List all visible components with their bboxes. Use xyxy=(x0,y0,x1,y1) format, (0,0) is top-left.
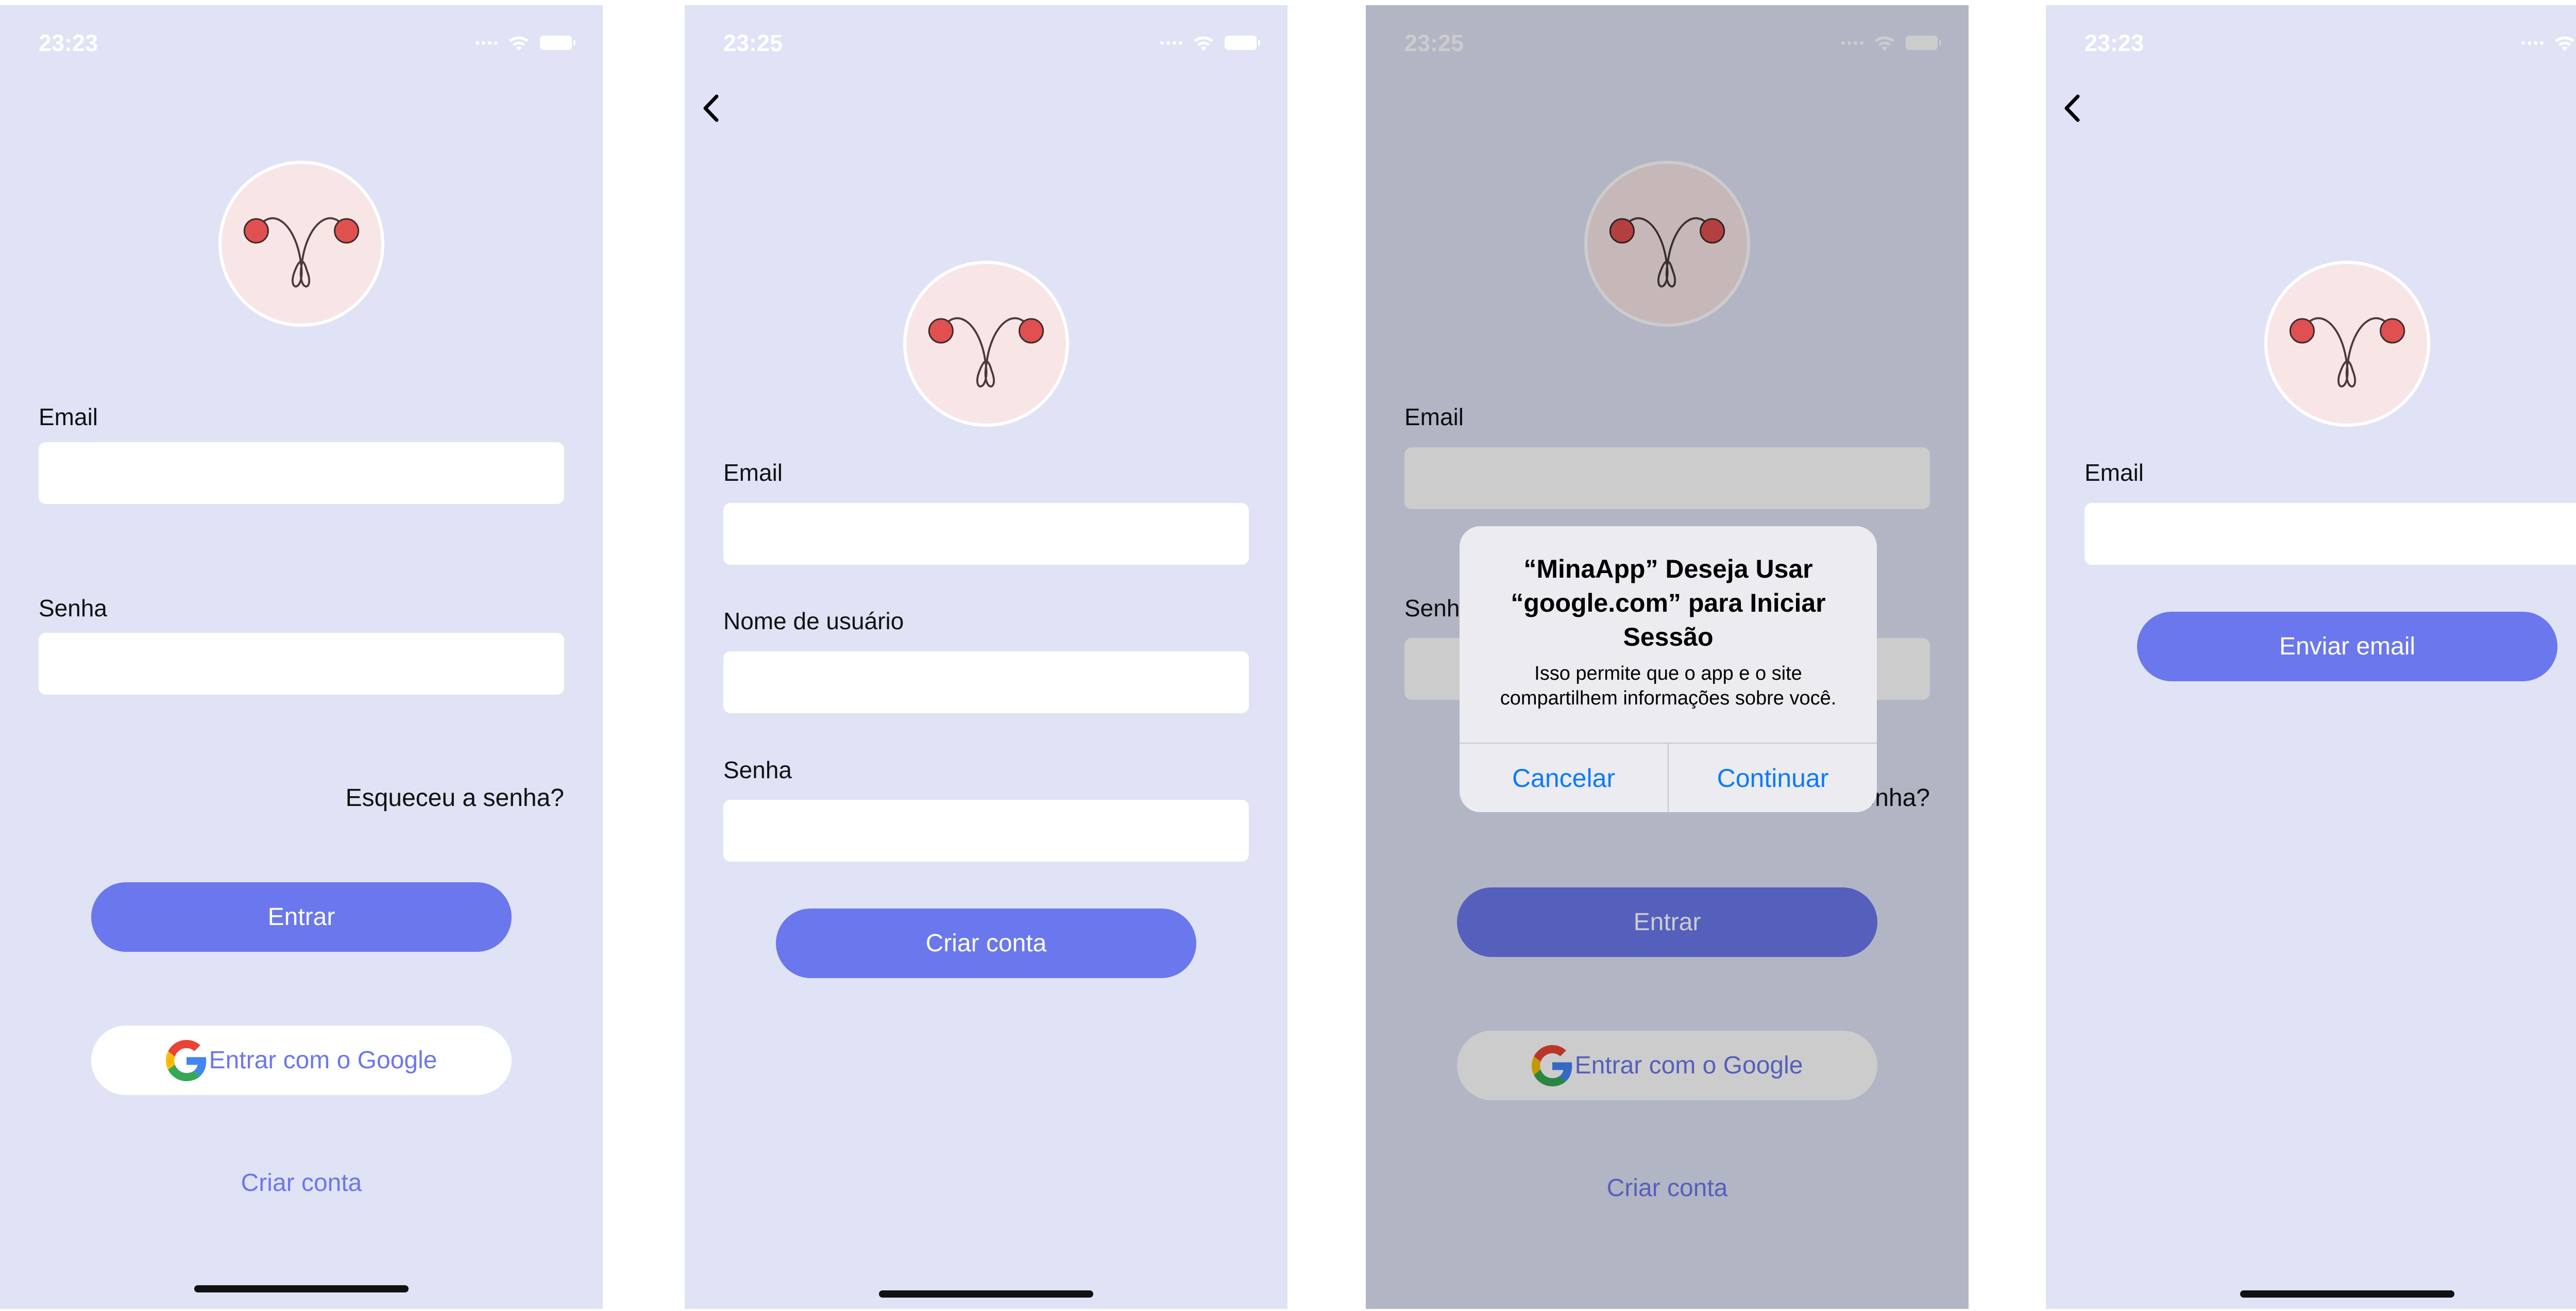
status-icons xyxy=(476,34,575,52)
signal-icon xyxy=(476,41,498,45)
alert-cancel-button[interactable]: Cancelar xyxy=(1460,744,1668,812)
chevron-left-icon[interactable] xyxy=(696,90,727,126)
app-logo-icon xyxy=(2264,261,2430,427)
signal-icon xyxy=(1160,41,1182,45)
chevron-left-icon[interactable] xyxy=(2057,90,2088,126)
status-time: 23:25 xyxy=(723,30,783,56)
forgot-password-link[interactable]: Esqueceu a senha? xyxy=(346,784,564,812)
home-indicator xyxy=(2240,1290,2454,1298)
wifi-icon xyxy=(507,34,531,52)
home-indicator xyxy=(879,1290,1093,1298)
email-label: Email xyxy=(2084,459,2144,486)
status-icons xyxy=(2521,34,2576,52)
signal-icon xyxy=(2521,41,2544,45)
app-logo-icon xyxy=(218,161,384,327)
login-screen: 23:23 Email Senha Esqueceu a senha? Entr… xyxy=(0,5,603,1309)
username-field[interactable] xyxy=(723,651,1249,713)
google-g-icon xyxy=(166,1040,207,1081)
status-time: 23:23 xyxy=(39,30,98,56)
create-account-link[interactable]: Criar conta xyxy=(0,1169,603,1197)
status-time: 23:23 xyxy=(2084,30,2144,56)
signup-screen: 23:25 Email Nome de usuário Senha Criar … xyxy=(685,5,1287,1309)
google-sign-in-button[interactable]: Entrar com o Google xyxy=(91,1026,512,1095)
send-email-button[interactable]: Enviar email xyxy=(2137,612,2557,681)
password-field[interactable] xyxy=(39,633,564,695)
password-label: Senha xyxy=(723,757,792,783)
wifi-icon xyxy=(2553,34,2576,52)
battery-icon xyxy=(1225,36,1260,50)
app-logo-icon xyxy=(903,261,1069,427)
email-label: Email xyxy=(723,459,783,486)
alert-message: Isso permite que o app e o site comparti… xyxy=(1500,663,1837,709)
home-indicator xyxy=(194,1285,409,1292)
battery-icon xyxy=(540,36,575,50)
email-label: Email xyxy=(39,404,98,430)
alert-title: “MinaApp” Deseja Usar “google.com” para … xyxy=(1511,554,1826,651)
wifi-icon xyxy=(1192,34,1215,52)
email-field[interactable] xyxy=(2084,503,2576,565)
email-field[interactable] xyxy=(723,503,1249,565)
create-account-button[interactable]: Criar conta xyxy=(776,909,1196,978)
password-label: Senha xyxy=(39,595,108,621)
password-reset-screen: 23:23 Email Enviar email xyxy=(2046,5,2576,1309)
password-field[interactable] xyxy=(723,800,1249,862)
enter-button[interactable]: Entrar xyxy=(91,882,512,952)
login-alert-screen: 23:25 Email Senha Esqueceu a senha? Entr… xyxy=(1366,5,1969,1309)
username-label: Nome de usuário xyxy=(723,608,904,634)
sign-in-permission-alert: “MinaApp” Deseja Usar “google.com” para … xyxy=(1460,526,1877,812)
status-icons xyxy=(1160,34,1260,52)
google-button-label: Entrar com o Google xyxy=(209,1047,437,1074)
alert-continue-button[interactable]: Continuar xyxy=(1669,744,1877,812)
email-field[interactable] xyxy=(39,442,564,504)
